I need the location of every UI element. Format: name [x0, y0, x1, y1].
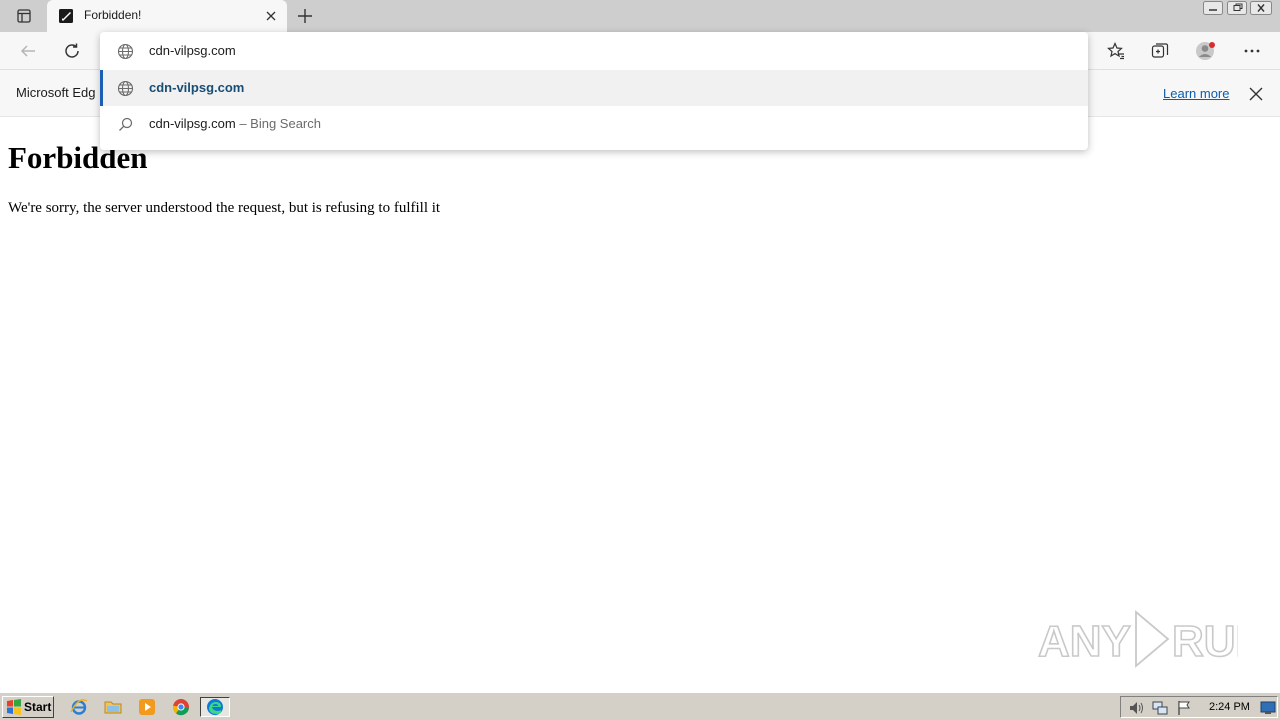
file-explorer-app[interactable] — [102, 697, 124, 717]
tab-strip: Forbidden! — [0, 0, 1280, 32]
chrome-app[interactable] — [170, 697, 192, 717]
favorites-button[interactable] — [1104, 39, 1128, 63]
profile-button[interactable] — [1194, 39, 1218, 63]
windows-logo-icon — [7, 699, 21, 715]
info-bar-close-button[interactable] — [1247, 85, 1265, 103]
taskbar: Start 2:24 PM — [0, 692, 1280, 720]
watermark-text-run: RUN — [1172, 617, 1238, 666]
network-icon[interactable] — [1152, 700, 1168, 716]
search-icon — [117, 116, 134, 133]
play-triangle-icon — [1135, 610, 1170, 668]
tab-actions-icon — [17, 9, 31, 23]
suggestion-search-text: cdn-vilpsg.com – Bing Search — [149, 116, 321, 131]
more-dots-icon — [1244, 49, 1260, 53]
folder-icon — [104, 701, 122, 714]
close-icon — [1249, 87, 1263, 101]
settings-more-button[interactable] — [1240, 39, 1264, 63]
system-tray: 2:24 PM — [1120, 696, 1278, 718]
address-input[interactable]: cdn-vilpsg.com — [149, 43, 236, 58]
favorites-star-icon — [1107, 42, 1124, 60]
window-controls — [1202, 0, 1272, 18]
new-tab-button[interactable] — [294, 5, 316, 27]
clock: 2:24 PM — [1209, 701, 1250, 713]
address-bar-dropdown: cdn-vilpsg.com cdn-vilpsg.com cdn-vilpsg… — [100, 32, 1088, 150]
media-player-icon — [139, 699, 155, 715]
suggestion-url[interactable]: cdn-vilpsg.com — [100, 70, 1088, 106]
start-button[interactable]: Start — [2, 696, 54, 718]
info-bar-text: Microsoft Edg — [16, 85, 96, 100]
minimize-button[interactable] — [1202, 0, 1224, 16]
edge-icon — [207, 699, 223, 715]
plus-icon — [298, 9, 312, 23]
watermark-text-any: ANY — [1038, 617, 1131, 666]
globe-icon — [117, 43, 134, 60]
page-icon — [59, 9, 73, 23]
minimize-icon — [1203, 1, 1223, 15]
refresh-icon — [65, 43, 79, 58]
close-icon — [266, 11, 276, 21]
edge-app[interactable] — [200, 697, 230, 717]
restore-button[interactable] — [1226, 0, 1248, 16]
refresh-button[interactable] — [60, 39, 84, 63]
chrome-icon — [172, 699, 189, 716]
volume-icon[interactable] — [1128, 700, 1144, 716]
error-message: We're sorry, the server understood the r… — [8, 200, 441, 216]
tab-close-button[interactable] — [263, 8, 279, 24]
suggestion-search-query: cdn-vilpsg.com — [149, 116, 236, 131]
back-arrow-icon — [20, 45, 35, 57]
learn-more-link[interactable]: Learn more — [1163, 86, 1229, 101]
screen: Forbidden! Microsoft Edg Learn more cdn-… — [0, 0, 1280, 720]
close-window-button[interactable] — [1250, 0, 1272, 16]
suggestion-search-suffix: – Bing Search — [239, 116, 321, 131]
address-bar[interactable]: cdn-vilpsg.com — [100, 33, 1088, 69]
collections-icon — [1151, 43, 1169, 58]
tab-forbidden[interactable]: Forbidden! — [47, 0, 287, 32]
internet-explorer-icon — [70, 699, 88, 715]
restore-icon — [1227, 1, 1247, 15]
internet-explorer-app[interactable] — [68, 697, 90, 717]
suggestion-url-text: cdn-vilpsg.com — [149, 80, 245, 95]
tab-title: Forbidden! — [84, 8, 142, 22]
tab-actions-button[interactable] — [8, 4, 40, 28]
suggestion-search[interactable]: cdn-vilpsg.com – Bing Search — [100, 106, 1088, 142]
media-player-app[interactable] — [136, 697, 158, 717]
globe-icon — [117, 80, 134, 97]
collections-button[interactable] — [1148, 39, 1172, 63]
back-button[interactable] — [16, 39, 40, 63]
close-icon — [1250, 1, 1272, 15]
start-label: Start — [24, 700, 52, 714]
show-desktop-icon[interactable] — [1260, 700, 1276, 716]
action-center-flag-icon[interactable] — [1176, 700, 1192, 716]
avatar-icon — [1196, 42, 1215, 60]
anyrun-watermark: ANY RUN — [1038, 610, 1238, 668]
